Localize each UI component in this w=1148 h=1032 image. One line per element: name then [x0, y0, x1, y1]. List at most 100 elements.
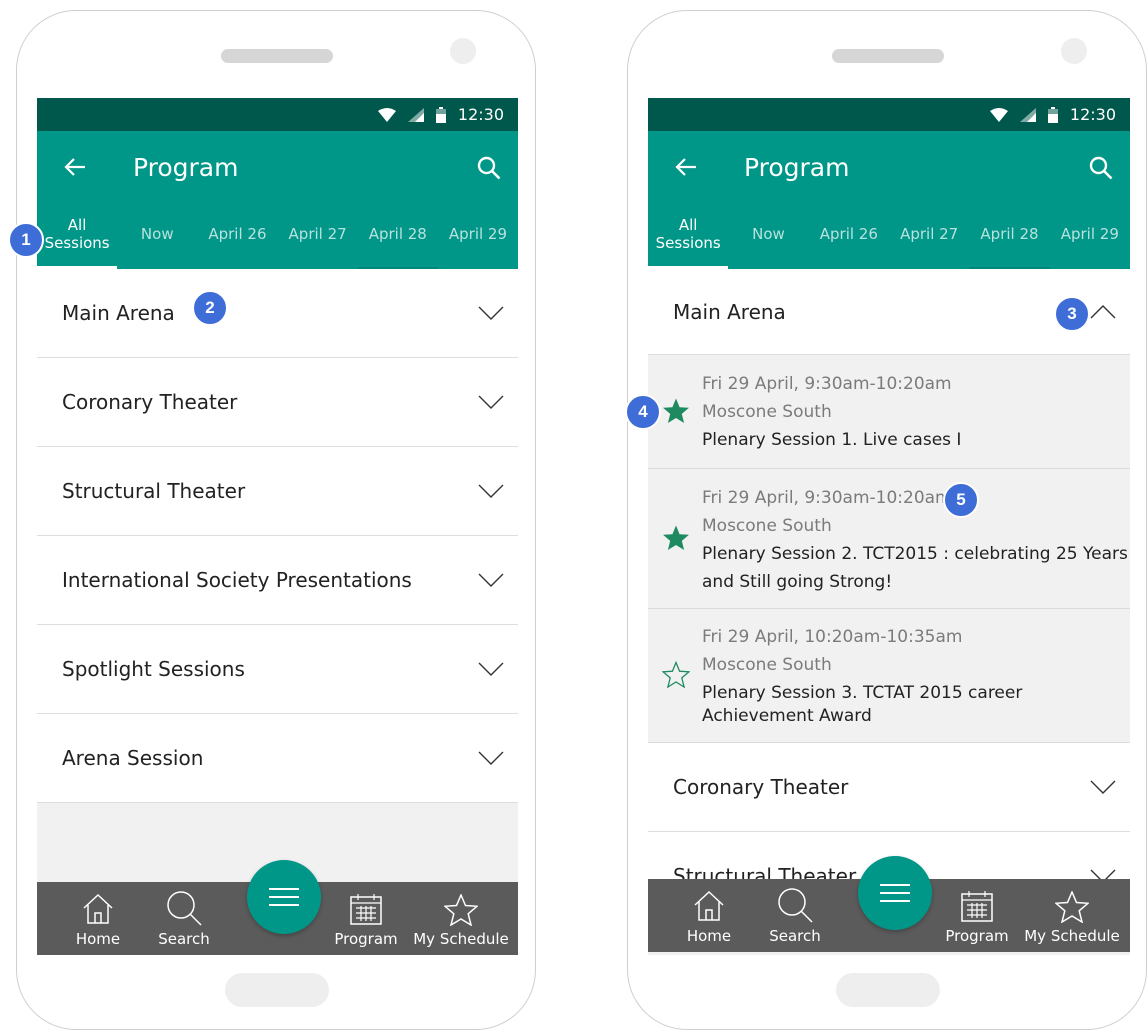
category-spotlight-sessions[interactable]: Spotlight Sessions [37, 625, 518, 714]
category-label: International Society Presentations [62, 568, 412, 592]
annotation-marker-2: 2 [192, 290, 228, 326]
nav-home[interactable]: Home [63, 882, 133, 955]
category-list: Main Arena Coronary Theater Structural T… [37, 269, 518, 883]
search-icon [477, 156, 501, 180]
category-label: Coronary Theater [673, 775, 849, 799]
tab-now[interactable]: Now [117, 199, 197, 269]
phone-home-button[interactable] [836, 973, 940, 1007]
status-time: 12:30 [457, 105, 504, 124]
phone-camera [450, 38, 476, 64]
app-bar: Program All Sessions Now April 26 April 2… [648, 131, 1130, 269]
hamburger-icon [880, 884, 910, 902]
star-outline-icon[interactable] [662, 661, 690, 689]
back-button[interactable] [59, 151, 91, 183]
nav-my-schedule[interactable]: My Schedule [1024, 879, 1120, 952]
date-tabs: All Sessions Now April 26 April 27 April … [648, 199, 1130, 269]
session-time: Fri 29 April, 9:30am-10:20am [702, 488, 952, 508]
star-icon [1055, 891, 1089, 923]
category-coronary-theater[interactable]: Coronary Theater [37, 358, 518, 447]
phone-right: 12:30 Program All Sessions Now April 26 A… [627, 10, 1147, 1030]
back-button[interactable] [670, 151, 702, 183]
nav-program[interactable]: Program [331, 882, 401, 955]
session-time: Fri 29 April, 9:30am-10:20am [702, 374, 952, 394]
session-title: Plenary Session 2. TCT2015 : celebrating… [702, 544, 1128, 592]
tab-april-26[interactable]: April 26 [197, 199, 277, 269]
tab-all-sessions[interactable]: All Sessions [37, 199, 118, 269]
chevron-down-icon [476, 659, 506, 679]
tab-april-26[interactable]: April 26 [809, 199, 889, 269]
tab-april-28[interactable]: April 28 [357, 199, 439, 269]
star-icon[interactable] [662, 397, 690, 425]
nav-home[interactable]: Home [674, 879, 744, 952]
calendar-icon [350, 894, 382, 925]
nav-search[interactable]: Search [149, 882, 219, 955]
session-item[interactable]: Fri 29 April, 10:20am-10:35am Moscone So… [648, 609, 1130, 743]
chevron-up-icon [1088, 302, 1118, 322]
arrow-left-icon [675, 158, 696, 176]
app-bar: Program All Sessions Now April 26 April 2… [37, 131, 518, 269]
category-label: Structural Theater [62, 479, 246, 503]
search-icon [778, 888, 813, 923]
category-label: Arena Session [62, 746, 204, 770]
battery-icon [1047, 106, 1058, 123]
hamburger-icon [269, 888, 299, 906]
annotation-marker-1: 1 [8, 222, 44, 258]
nav-program[interactable]: Program [942, 879, 1012, 952]
nav-my-schedule[interactable]: My Schedule [413, 882, 509, 955]
phone-speaker [832, 49, 944, 63]
tab-april-27[interactable]: April 27 [889, 199, 969, 269]
session-item[interactable]: Fri 29 April, 9:30am-10:20am Moscone Sou… [648, 355, 1130, 469]
star-icon [444, 894, 478, 926]
annotation-marker-4: 4 [625, 394, 661, 430]
chevron-down-icon [476, 303, 506, 323]
nav-search[interactable]: Search [760, 879, 830, 952]
status-time: 12:30 [1069, 105, 1116, 124]
page-title: Program [133, 153, 239, 182]
wifi-icon [377, 107, 396, 122]
category-structural-theater[interactable]: Structural Theater [37, 447, 518, 536]
search-button[interactable] [472, 151, 506, 185]
tab-april-29[interactable]: April 29 [438, 199, 518, 269]
category-international-society[interactable]: International Society Presentations [37, 536, 518, 625]
phone-home-button[interactable] [225, 973, 329, 1007]
category-label: Spotlight Sessions [62, 657, 245, 681]
category-arena-session[interactable]: Arena Session [37, 714, 518, 803]
tab-all-sessions[interactable]: All Sessions [648, 199, 729, 269]
category-main-arena[interactable]: Main Arena [37, 269, 518, 358]
menu-fab[interactable] [247, 860, 321, 934]
screen-left: 12:30 Program All Sessions Now April 26 A… [37, 98, 518, 955]
screen-right: 12:30 Program All Sessions Now April 26 A… [648, 98, 1130, 955]
category-coronary-theater[interactable]: Coronary Theater [648, 743, 1130, 832]
category-label: Main Arena [673, 299, 786, 324]
tab-now[interactable]: Now [728, 199, 808, 269]
star-icon[interactable] [662, 524, 690, 552]
category-label: Main Arena [62, 301, 175, 325]
session-location: Moscone South [702, 402, 832, 422]
menu-fab[interactable] [858, 856, 932, 930]
home-icon [694, 890, 724, 921]
search-icon [167, 891, 202, 926]
category-label: Coronary Theater [62, 390, 238, 414]
status-bar: 12:30 [648, 98, 1130, 131]
tab-april-27[interactable]: April 27 [278, 199, 358, 269]
phone-left: 12:30 Program All Sessions Now April 26 A… [16, 10, 536, 1030]
phone-speaker [221, 49, 333, 63]
tab-april-28[interactable]: April 28 [969, 199, 1050, 269]
category-list: Main Arena Fri 29 April, 9:30am-10:20am … [648, 269, 1130, 889]
battery-icon [435, 106, 446, 123]
session-item[interactable]: Fri 29 April, 9:30am-10:20am Moscone Sou… [648, 469, 1130, 609]
wifi-icon [989, 107, 1008, 122]
session-location: Moscone South [702, 516, 832, 536]
date-tabs: All Sessions Now April 26 April 27 April … [37, 199, 518, 269]
session-title: Plenary Session 3. TCTAT 2015 career Ach… [702, 683, 1023, 726]
home-icon [83, 893, 113, 924]
search-button[interactable] [1084, 151, 1118, 185]
calendar-icon [961, 891, 993, 922]
session-time: Fri 29 April, 10:20am-10:35am [702, 627, 963, 647]
tab-april-29[interactable]: April 29 [1050, 199, 1130, 269]
annotation-marker-5: 5 [943, 482, 979, 518]
session-title: Plenary Session 1. Live cases I [702, 430, 962, 450]
arrow-left-icon [64, 158, 85, 176]
signal-icon [1019, 107, 1036, 122]
phone-camera [1061, 38, 1087, 64]
